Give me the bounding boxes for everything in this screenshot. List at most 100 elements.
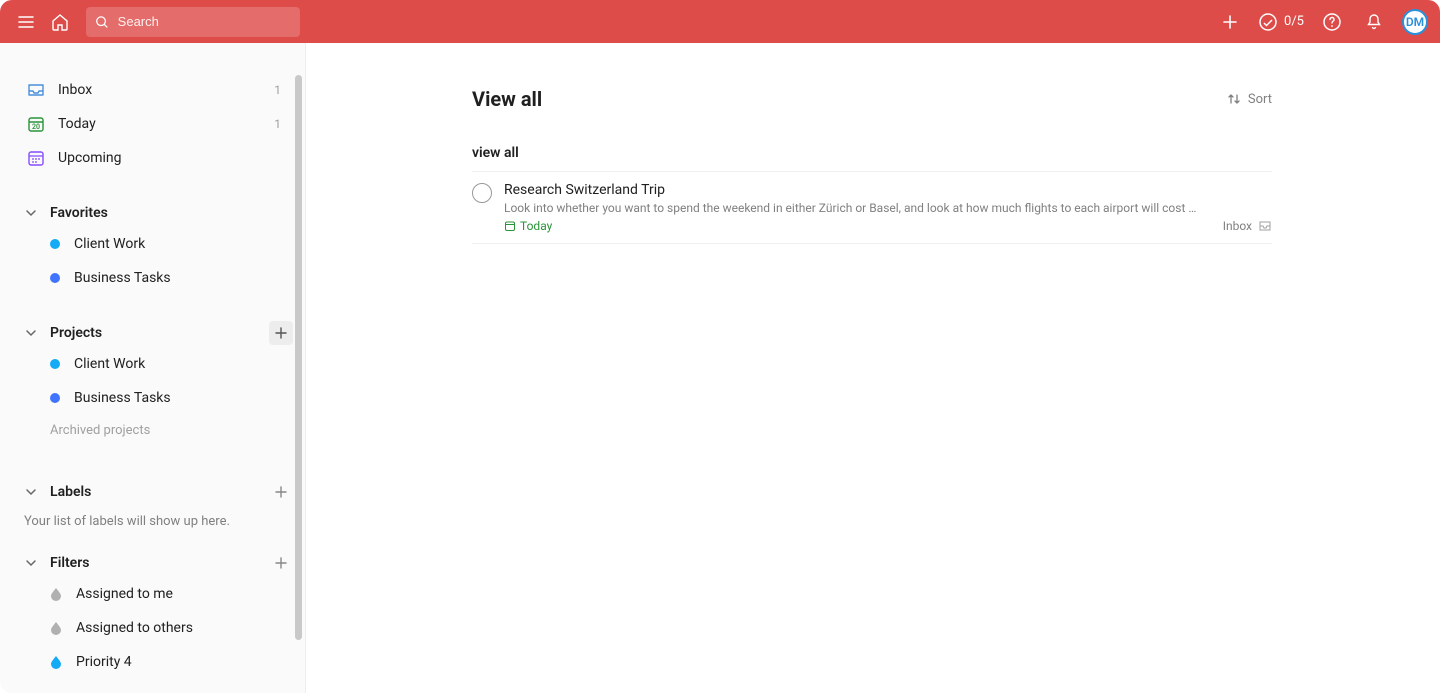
favorites-section: Favorites Client Work Business Tasks <box>6 199 305 295</box>
section-title: Filters <box>50 555 89 571</box>
filters-header[interactable]: Filters <box>6 549 305 577</box>
list-item-label: Business Tasks <box>74 390 171 406</box>
archived-projects-link[interactable]: Archived projects <box>6 415 305 438</box>
main-inner: View all Sort view all Research Switzerl… <box>472 87 1272 244</box>
filter-item[interactable]: Assigned to me <box>6 577 305 611</box>
inbox-icon <box>1258 219 1272 233</box>
chevron-down-icon <box>24 556 44 570</box>
labels-section: Labels Your list of labels will show up … <box>6 478 305 529</box>
list-item-label: Assigned to me <box>76 586 173 602</box>
sidebar-item-count: 1 <box>274 83 281 97</box>
task-due-label: Today <box>520 219 552 233</box>
task-due: Today <box>504 219 552 233</box>
list-item-label: Priority 4 <box>76 654 132 670</box>
sort-button[interactable]: Sort <box>1226 91 1272 107</box>
quick-add-button[interactable] <box>1216 8 1244 36</box>
app-window: 0/5 DM Inbox 1 <box>0 0 1440 693</box>
filters-section: Filters Assigned to me <box>6 549 305 679</box>
svg-text:20: 20 <box>32 123 40 131</box>
project-color-dot <box>50 273 60 283</box>
chevron-down-icon <box>24 485 44 499</box>
add-label-button[interactable] <box>269 480 293 504</box>
task-body: Research Switzerland Trip Look into whet… <box>504 182 1272 233</box>
filter-item[interactable]: Priority 4 <box>6 645 305 679</box>
list-item-label: Assigned to others <box>76 620 193 636</box>
task-section-label: view all <box>472 145 1272 172</box>
task-title: Research Switzerland Trip <box>504 182 1272 198</box>
projects-header[interactable]: Projects <box>6 319 305 347</box>
search-input[interactable] <box>116 13 292 30</box>
hamburger-icon <box>16 12 36 32</box>
section-title: Favorites <box>50 205 108 221</box>
home-icon <box>50 12 70 32</box>
task-checkbox[interactable] <box>472 183 492 203</box>
productivity-icon <box>1258 12 1278 32</box>
task-checkbox-wrap <box>472 182 504 233</box>
page-title: View all <box>472 87 542 111</box>
page-header: View all Sort <box>472 87 1272 111</box>
project-color-dot <box>50 239 60 249</box>
bell-icon <box>1364 12 1384 32</box>
help-button[interactable] <box>1318 8 1346 36</box>
favorites-header[interactable]: Favorites <box>6 199 305 227</box>
project-color-dot <box>50 393 60 403</box>
drop-icon <box>50 621 62 635</box>
list-item-label: Client Work <box>74 356 145 372</box>
plus-icon <box>273 555 289 571</box>
calendar-icon <box>504 220 516 232</box>
favorite-item[interactable]: Client Work <box>6 227 305 261</box>
sidebar-scroll[interactable]: Inbox 1 20 Today 1 Upcoming <box>0 43 305 693</box>
task-description: Look into whether you want to spend the … <box>504 201 1272 215</box>
filter-item[interactable]: Assigned to others <box>6 611 305 645</box>
section-title: Labels <box>50 484 91 500</box>
sidebar-item-upcoming[interactable]: Upcoming <box>6 141 305 175</box>
topbar-left <box>12 7 300 37</box>
productivity-count: 0/5 <box>1284 14 1304 29</box>
drop-icon <box>50 587 62 601</box>
topbar: 0/5 DM <box>0 0 1440 43</box>
sidebar-item-today[interactable]: 20 Today 1 <box>6 107 305 141</box>
list-item-label: Business Tasks <box>74 270 171 286</box>
sidebar-scrollbar[interactable] <box>295 75 302 640</box>
favorite-item[interactable]: Business Tasks <box>6 261 305 295</box>
labels-empty-text: Your list of labels will show up here. <box>6 506 305 529</box>
plus-icon <box>273 484 289 500</box>
chevron-down-icon <box>24 326 44 340</box>
search-box[interactable] <box>86 7 300 37</box>
help-icon <box>1322 12 1342 32</box>
calendar-today-icon: 20 <box>24 114 48 134</box>
projects-section: Projects Client Work Business Tasks Arch… <box>6 319 305 438</box>
inbox-icon <box>24 80 48 100</box>
calendar-upcoming-icon <box>24 148 48 168</box>
section-title: Projects <box>50 325 102 341</box>
topbar-right: 0/5 DM <box>1216 8 1428 36</box>
drop-icon <box>50 655 62 669</box>
sidebar-item-label: Today <box>58 116 96 132</box>
add-project-button[interactable] <box>269 321 293 345</box>
sidebar: Inbox 1 20 Today 1 Upcoming <box>0 43 306 693</box>
sort-icon <box>1226 91 1242 107</box>
avatar[interactable]: DM <box>1402 9 1428 35</box>
list-item-label: Client Work <box>74 236 145 252</box>
sort-label: Sort <box>1248 92 1272 107</box>
notifications-button[interactable] <box>1360 8 1388 36</box>
task-project[interactable]: Inbox <box>1223 219 1272 233</box>
chevron-down-icon <box>24 206 44 220</box>
task-project-label: Inbox <box>1223 219 1252 233</box>
add-filter-button[interactable] <box>269 551 293 575</box>
plus-icon <box>273 325 289 341</box>
home-button[interactable] <box>46 8 74 36</box>
sidebar-item-label: Upcoming <box>58 150 122 166</box>
search-icon <box>94 13 110 31</box>
project-item[interactable]: Business Tasks <box>6 381 305 415</box>
main-content: View all Sort view all Research Switzerl… <box>306 43 1440 693</box>
task-footer: Today Inbox <box>504 219 1272 233</box>
project-item[interactable]: Client Work <box>6 347 305 381</box>
labels-header[interactable]: Labels <box>6 478 305 506</box>
body: Inbox 1 20 Today 1 Upcoming <box>0 43 1440 693</box>
sidebar-item-inbox[interactable]: Inbox 1 <box>6 73 305 107</box>
productivity-button[interactable]: 0/5 <box>1258 12 1304 32</box>
task-row[interactable]: Research Switzerland Trip Look into whet… <box>472 172 1272 244</box>
menu-button[interactable] <box>12 8 40 36</box>
project-color-dot <box>50 359 60 369</box>
